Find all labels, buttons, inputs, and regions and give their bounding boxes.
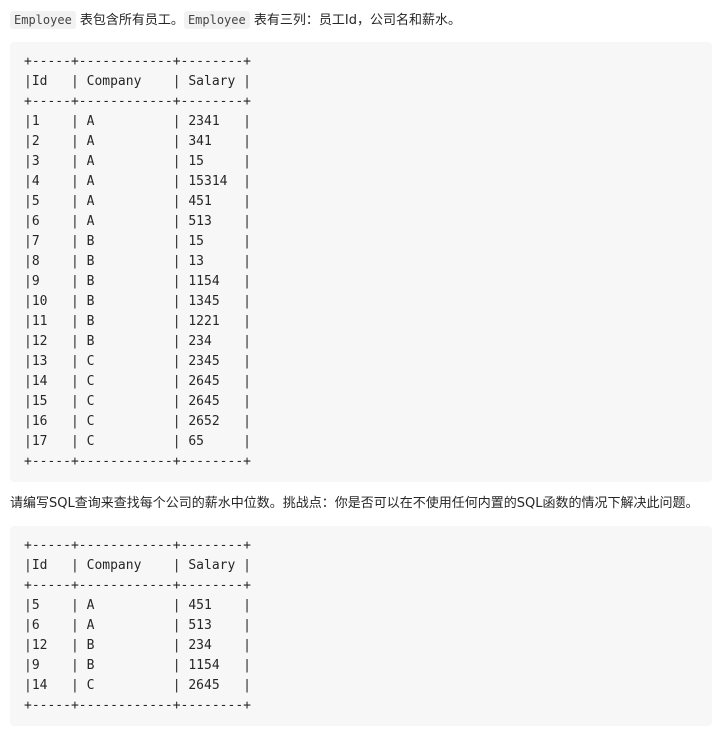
table-row: |14 | C | 2645 |	[24, 678, 251, 693]
table-row: |9 | B | 1154 |	[24, 658, 251, 673]
question-paragraph: 请编写SQL查询来查找每个公司的薪水中位数。挑战点：你是否可以在不使用任何内置的…	[10, 496, 699, 511]
table-row: |12 | B | 234 |	[24, 334, 251, 349]
table-row: |6 | A | 513 |	[24, 214, 251, 229]
table-border: +-----+------------+--------+	[24, 454, 251, 469]
table-name-code: Employee	[183, 11, 250, 29]
intro-text: 表有三列：员工Id，公司名和薪水。	[249, 13, 461, 28]
table-row: |2 | A | 341 |	[24, 134, 251, 149]
table-row: |3 | A | 15 |	[24, 154, 251, 169]
employee-table-block: +-----+------------+--------+ |Id | Compa…	[10, 42, 712, 482]
table-header: |Id | Company | Salary |	[24, 74, 251, 89]
table-row: |5 | A | 451 |	[24, 598, 251, 613]
table-row: |17 | C | 65 |	[24, 434, 251, 449]
table-header: |Id | Company | Salary |	[24, 558, 251, 573]
table-row: |6 | A | 513 |	[24, 618, 251, 633]
table-border: +-----+------------+--------+	[24, 538, 251, 553]
table-row: |12 | B | 234 |	[24, 638, 251, 653]
result-table: +-----+------------+--------+ |Id | Compa…	[24, 536, 251, 716]
table-border: +-----+------------+--------+	[24, 94, 251, 109]
table-row: |10 | B | 1345 |	[24, 294, 251, 309]
table-row: |5 | A | 451 |	[24, 194, 251, 209]
intro-paragraph: Employee 表包含所有员工。 Employee 表有三列：员工Id，公司名和…	[10, 10, 461, 31]
table-row: |4 | A | 15314 |	[24, 174, 251, 189]
table-row: |7 | B | 15 |	[24, 234, 251, 249]
result-table-block: +-----+------------+--------+ |Id | Compa…	[10, 526, 712, 726]
table-row: |14 | C | 2645 |	[24, 374, 251, 389]
table-row: |8 | B | 13 |	[24, 254, 251, 269]
table-row: |15 | C | 2645 |	[24, 394, 251, 409]
table-row: |13 | C | 2345 |	[24, 354, 251, 369]
table-border: +-----+------------+--------+	[24, 698, 251, 713]
intro-text: 表包含所有员工。	[75, 13, 184, 28]
table-row: |1 | A | 2341 |	[24, 114, 251, 129]
employee-table: +-----+------------+--------+ |Id | Compa…	[24, 52, 251, 472]
table-name-code: Employee	[10, 11, 76, 29]
table-row: |11 | B | 1221 |	[24, 314, 251, 329]
table-border: +-----+------------+--------+	[24, 578, 251, 593]
table-row: |16 | C | 2652 |	[24, 414, 251, 429]
table-row: |9 | B | 1154 |	[24, 274, 251, 289]
table-border: +-----+------------+--------+	[24, 54, 251, 69]
